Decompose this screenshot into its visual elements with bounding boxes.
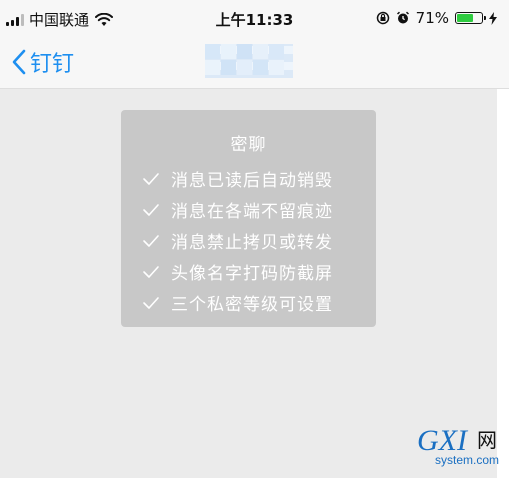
feature-item: 三个私密等级可设置 bbox=[121, 287, 376, 318]
check-icon bbox=[143, 172, 159, 185]
chevron-left-icon bbox=[12, 49, 26, 75]
feature-item: 消息禁止拷贝或转发 bbox=[121, 225, 376, 256]
secret-chat-info-card: 密聊 消息已读后自动销毁 消息在各端不留痕迹 消息禁止拷贝或转发 头像名字打码防… bbox=[121, 110, 376, 327]
feature-text: 消息在各端不留痕迹 bbox=[171, 202, 333, 222]
alarm-icon bbox=[396, 11, 409, 24]
feature-text: 消息禁止拷贝或转发 bbox=[171, 233, 333, 253]
back-button[interactable]: 钉钉 bbox=[12, 46, 74, 78]
check-icon bbox=[143, 203, 159, 216]
blurred-contact-name bbox=[205, 44, 293, 78]
check-icon bbox=[143, 296, 159, 309]
status-right: 71% bbox=[376, 9, 497, 27]
feature-item: 消息已读后自动销毁 bbox=[121, 163, 376, 194]
orientation-lock-icon bbox=[376, 11, 389, 25]
watermark-domain: system.com bbox=[435, 453, 499, 467]
feature-text: 消息已读后自动销毁 bbox=[171, 171, 333, 191]
check-icon bbox=[143, 234, 159, 247]
card-title: 密聊 bbox=[230, 135, 267, 155]
feature-text: 头像名字打码防截屏 bbox=[171, 264, 333, 284]
back-label: 钉钉 bbox=[30, 52, 75, 77]
battery-fill bbox=[457, 14, 474, 22]
feature-item: 头像名字打码防截屏 bbox=[121, 256, 376, 287]
battery-icon bbox=[455, 12, 486, 24]
status-bar: 中国联通 上午11:33 71% bbox=[0, 0, 509, 36]
charging-bolt-icon bbox=[489, 11, 497, 25]
battery-percent: 71% bbox=[415, 9, 449, 27]
gxi-watermark-logo: GXI 网 system.com bbox=[417, 424, 499, 467]
feature-item: 消息在各端不留痕迹 bbox=[121, 194, 376, 225]
feature-text: 三个私密等级可设置 bbox=[171, 295, 333, 315]
nav-bar: 钉钉 bbox=[0, 36, 509, 89]
feature-list: 消息已读后自动销毁 消息在各端不留痕迹 消息禁止拷贝或转发 头像名字打码防截屏 … bbox=[121, 163, 376, 318]
watermark-brand-cn: 网 bbox=[477, 428, 497, 452]
check-icon bbox=[143, 265, 159, 278]
